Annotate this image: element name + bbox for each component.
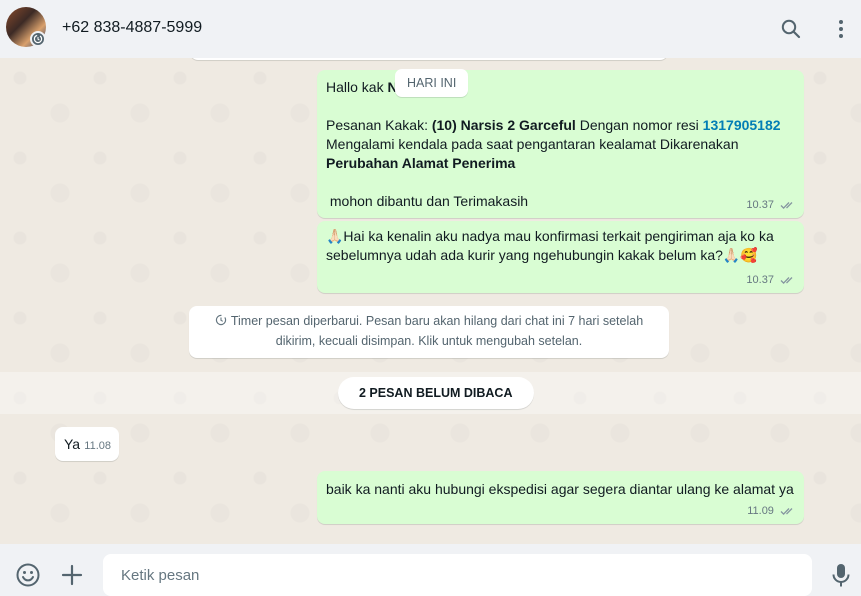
double-check-icon — [780, 508, 793, 516]
unread-count-label: 2 PESAN BELUM DIBACA — [338, 377, 534, 409]
chat-panel[interactable]: Hallo kak N Pesanan Kakak: (10) Narsis 2… — [0, 58, 861, 544]
chat-header: +62 838-4887-5999 — [0, 0, 861, 58]
contact-name[interactable]: +62 838-4887-5999 — [62, 19, 202, 37]
incoming-message[interactable]: Ya 11.08 — [55, 427, 119, 461]
menu-icon[interactable] — [829, 17, 853, 41]
message-text: Ya — [64, 436, 81, 452]
outgoing-message[interactable]: Hallo kak N Pesanan Kakak: (10) Narsis 2… — [317, 70, 804, 218]
timer-icon — [215, 314, 227, 326]
previous-message-stub — [190, 58, 668, 60]
message-meta: 11.09 — [747, 502, 796, 521]
message-meta: 10.37 — [746, 196, 796, 215]
disappearing-messages-notice[interactable]: Timer pesan diperbarui. Pesan baru akan … — [189, 306, 669, 358]
message-text: 🙏🏻Hai ka kenalin aku nadya mau konfirmas… — [326, 228, 774, 263]
outgoing-message[interactable]: baik ka nanti aku hubungi ekspedisi agar… — [317, 471, 804, 524]
emoji-icon[interactable] — [15, 562, 41, 588]
attach-plus-icon[interactable] — [59, 562, 85, 588]
message-line: Perubahan Alamat Penerima — [326, 155, 516, 171]
outgoing-message[interactable]: 🙏🏻Hai ka kenalin aku nadya mau konfirmas… — [317, 221, 804, 293]
double-check-icon — [780, 277, 793, 285]
disappearing-timer-badge-icon — [30, 31, 46, 47]
search-icon[interactable] — [779, 17, 803, 41]
day-divider: HARI INI — [395, 69, 469, 97]
double-check-icon — [780, 202, 793, 210]
microphone-icon[interactable] — [829, 562, 855, 588]
message-line: Mengalami kendala pada saat pengantaran … — [326, 136, 739, 152]
tracking-number-link[interactable]: 1317905182 — [703, 117, 781, 133]
message-time: 11.08 — [84, 440, 111, 452]
composer-bar — [0, 544, 861, 596]
message-text: baik ka nanti aku hubungi ekspedisi agar… — [326, 481, 794, 497]
message-line: Pesanan Kakak: (10) Narsis 2 Garceful De… — [326, 117, 781, 133]
message-meta: 10.37 — [746, 271, 796, 290]
message-line: Hallo kak N — [326, 79, 398, 95]
message-input[interactable] — [103, 554, 812, 596]
message-line: mohon dibantu dan Terimakasih — [326, 193, 529, 209]
